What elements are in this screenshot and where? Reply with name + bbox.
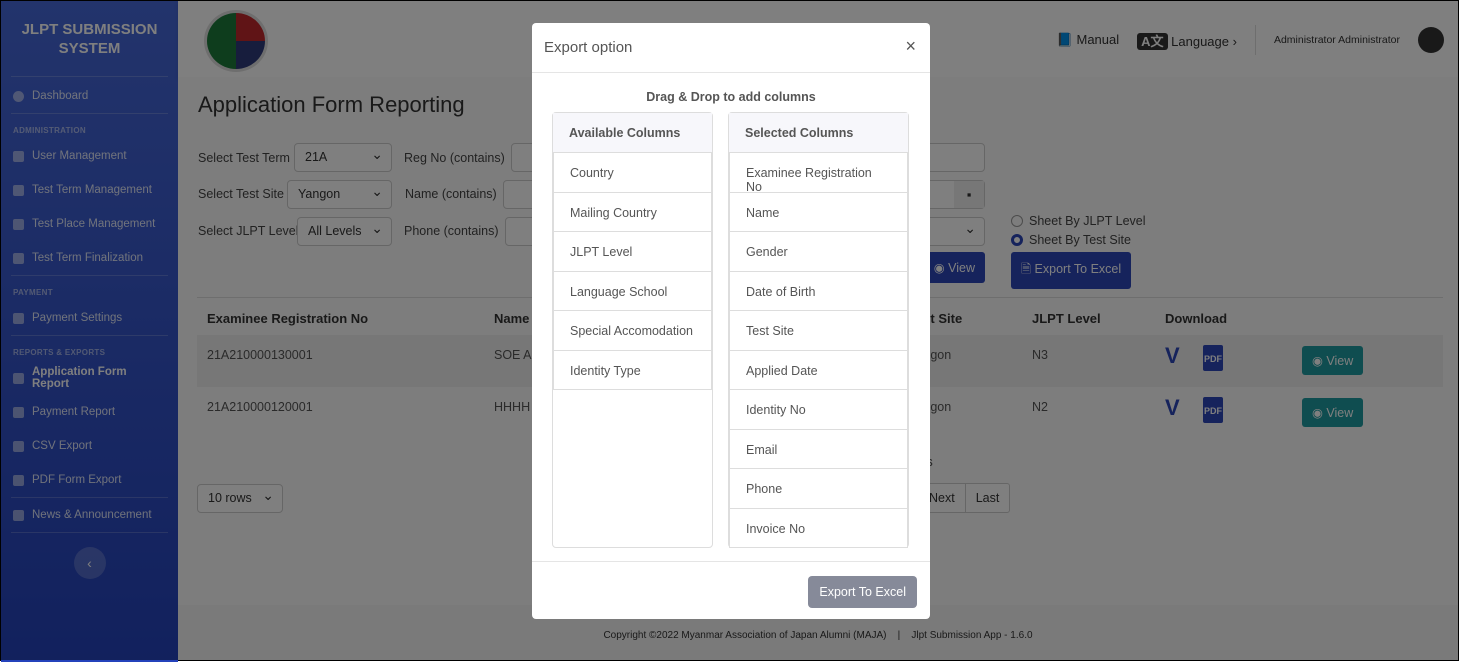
column-item[interactable]: Examinee Registration No — [729, 153, 908, 194]
modal-export-excel-button[interactable]: Export To Excel — [808, 576, 917, 608]
drag-drop-instruction: Drag & Drop to add columns — [646, 90, 816, 104]
column-item[interactable]: Mailing Country — [553, 192, 712, 232]
column-item[interactable]: Special Accomodation — [553, 311, 712, 351]
selected-columns-list[interactable]: Selected Columns Examinee Registration N… — [728, 112, 909, 548]
column-item[interactable]: JLPT Level — [553, 232, 712, 272]
column-item[interactable]: Date of Birth — [729, 271, 908, 311]
selected-columns-title: Selected Columns — [729, 113, 908, 153]
export-option-modal: Export option × Drag & Drop to add column… — [532, 23, 930, 619]
column-item[interactable]: Identity Type — [553, 350, 712, 390]
column-item[interactable]: Applied Date — [729, 350, 908, 390]
column-item[interactable]: Test Site — [729, 311, 908, 351]
modal-title: Export option — [544, 39, 633, 56]
column-item[interactable]: Email — [729, 429, 908, 469]
column-item[interactable]: Identity No — [729, 390, 908, 430]
column-item[interactable]: Language School — [553, 271, 712, 311]
column-item[interactable]: Gender — [729, 232, 908, 272]
close-icon[interactable]: × — [905, 36, 916, 57]
column-item[interactable]: Country — [553, 153, 712, 193]
column-item[interactable]: Name — [729, 192, 908, 232]
column-item[interactable]: Invoice No — [729, 508, 908, 548]
column-item[interactable]: Phone — [729, 469, 908, 509]
available-columns-title: Available Columns — [553, 113, 712, 153]
available-columns-list[interactable]: Available Columns Country Mailing Country… — [552, 112, 713, 548]
